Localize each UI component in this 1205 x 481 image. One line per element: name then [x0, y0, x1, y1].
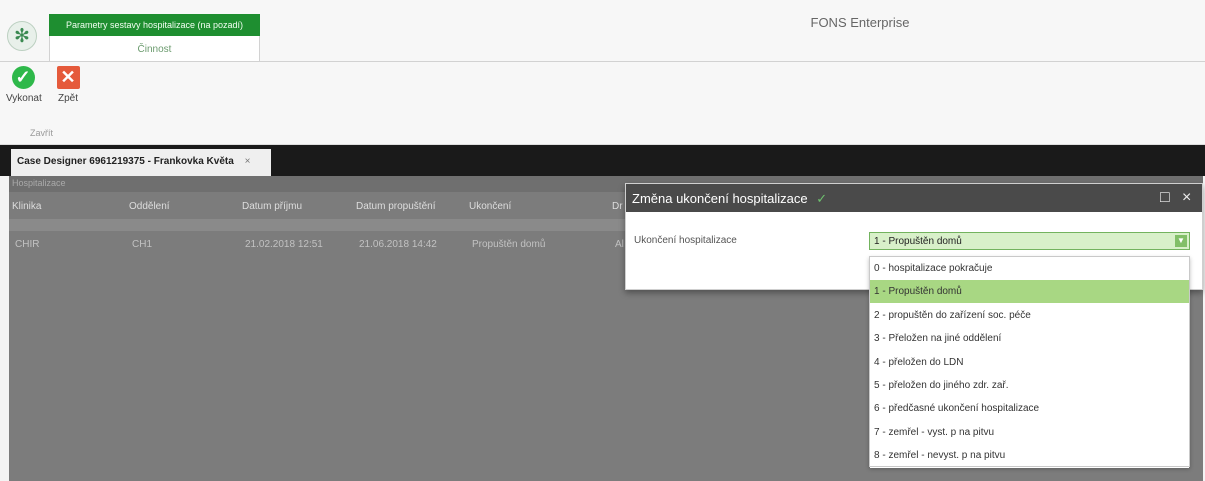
option-early-termination[interactable]: 6 - předčasné ukončení hospitalizace: [870, 397, 1189, 421]
column-header-department[interactable]: Oddělení: [129, 193, 170, 218]
option-other-facility[interactable]: 5 - přeložen do jiného zdr. zař.: [870, 374, 1189, 398]
selected-value: 1 - Propuštěn domů: [874, 236, 962, 247]
document-tab-title: Case Designer 6961219375 - Frankovka Kvě…: [17, 156, 234, 167]
ribbon-group-activity: Činnost: [49, 36, 260, 62]
check-icon: ✓: [11, 66, 35, 89]
grid-cell-clinic[interactable]: CHIR: [12, 235, 112, 254]
ribbon-divider: [0, 61, 1205, 62]
column-header-discharge-date[interactable]: Datum propuštění: [356, 193, 436, 218]
option-died-autopsy-not-issued[interactable]: 8 - zemřel - nevyst. p na pitvu: [870, 444, 1189, 468]
app-logo-icon[interactable]: ✻: [7, 21, 37, 51]
column-header-clinic[interactable]: Klinika: [12, 193, 41, 218]
close-dialog-icon[interactable]: ×: [1182, 189, 1191, 207]
dialog-title: Změna ukončení hospitalizace: [632, 191, 808, 206]
end-reason-select[interactable]: 1 - Propuštěn domů ▼: [869, 232, 1190, 250]
document-tab[interactable]: Case Designer 6961219375 - Frankovka Kvě…: [11, 149, 271, 176]
close-icon: ✕: [56, 66, 80, 89]
back-button[interactable]: ✕ Zpět: [51, 66, 85, 104]
close-group-label: Zavřít: [30, 128, 54, 138]
grid-cell-end-reason[interactable]: Propuštěn domů: [469, 235, 586, 254]
maximize-icon[interactable]: □: [1160, 189, 1170, 207]
option-other-department[interactable]: 3 - Přeložen na jiné oddělení: [870, 327, 1189, 351]
document-tab-close-icon[interactable]: ×: [245, 156, 251, 167]
option-discharged-home[interactable]: 1 - Propuštěn domů: [870, 280, 1189, 304]
dialog-title-bar: Změna ukončení hospitalizace ✓: [626, 184, 1202, 212]
back-label: Zpět: [57, 93, 78, 104]
column-header-admission-date[interactable]: Datum příjmu: [242, 193, 302, 218]
option-died-autopsy-issued[interactable]: 7 - zemřel - vyst. p na pitvu: [870, 421, 1189, 445]
context-tab-parameters[interactable]: Parametry sestavy hospitalizace (na poza…: [49, 14, 260, 36]
grid-separator: [9, 219, 629, 231]
grid-cell-doctor[interactable]: Al: [612, 235, 624, 254]
option-continues[interactable]: 0 - hospitalizace pokračuje: [870, 257, 1189, 281]
grid-cell-department[interactable]: CH1: [129, 235, 229, 254]
dropdown-arrow-icon[interactable]: ▼: [1175, 235, 1187, 247]
application-title: FONS Enterprise: [810, 15, 910, 30]
column-header-doctor[interactable]: Dr: [612, 193, 623, 218]
dialog-check-icon: ✓: [816, 191, 828, 206]
column-header-end-reason[interactable]: Ukončení: [469, 193, 511, 218]
execute-button[interactable]: ✓ Vykonat: [6, 66, 42, 104]
option-social-care[interactable]: 2 - propuštěn do zařízení soc. péče: [870, 304, 1189, 328]
grid-cell-discharge-date[interactable]: 21.06.2018 14:42: [356, 235, 461, 254]
option-ldn[interactable]: 4 - přeložen do LDN: [870, 351, 1189, 374]
end-reason-label: Ukončení hospitalizace: [634, 235, 737, 246]
grid-cell-admission-date[interactable]: 21.02.2018 12:51: [242, 235, 346, 254]
end-reason-options: 0 - hospitalizace pokračuje 1 - Propuště…: [869, 256, 1190, 468]
execute-label: Vykonat: [6, 93, 42, 104]
